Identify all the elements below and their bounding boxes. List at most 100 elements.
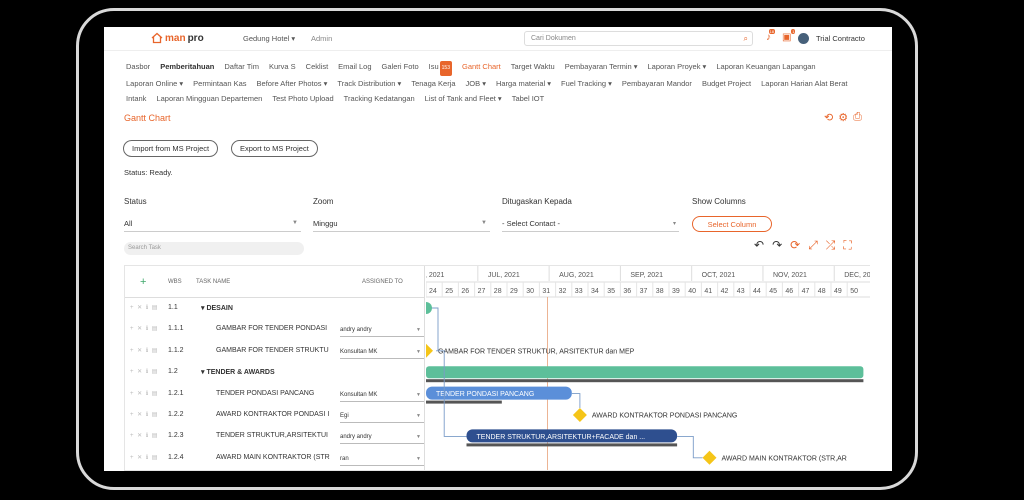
top-bar: man pro Gedung Hotel ▾ Admin Cari Dokumen… [104, 27, 892, 51]
task-name-cell[interactable]: GAMBAR FOR TENDER STRUKTU [216, 347, 338, 354]
assignee-select[interactable]: Konsultan MK ▼ [340, 348, 424, 359]
wbs-header: WBS [168, 279, 182, 285]
notification-bell-icon[interactable]: ♪ 18 [766, 29, 775, 43]
assignee-select[interactable]: andry andry ▼ [340, 326, 424, 338]
menu-item[interactable]: Track Distribution ▾ [337, 76, 401, 91]
status-filter-select[interactable]: All ▼ [124, 218, 301, 232]
task-name-cell[interactable]: TENDER PONDASI PANCANG [216, 390, 338, 397]
assignee-select[interactable]: Konsultan MK ▼ [340, 391, 424, 402]
task-name-cell[interactable]: ▾ TENDER & AWARDS [201, 368, 331, 376]
select-column-button[interactable]: Select Column [692, 216, 772, 232]
task-name-cell[interactable]: ▾ DESAIN [201, 304, 331, 312]
table-row[interactable]: + ✕ ℹ ▤ 1.2.3 TENDER STRUKTUR,ARSITEKTUI an… [125, 426, 425, 447]
project-selector[interactable]: Gedung Hotel ▾ [243, 34, 295, 43]
menu-item[interactable]: Tabel IOT [512, 91, 545, 106]
task-name-cell[interactable]: TENDER STRUKTUR,ARSITEKTUI [216, 432, 338, 439]
menu-item[interactable]: List of Tank and Fleet ▾ [425, 91, 502, 106]
shuffle-icon[interactable]: ⤮ [826, 238, 836, 253]
menu-item[interactable]: Pembayaran Mandor [622, 76, 692, 91]
week-label: 28 [494, 288, 502, 295]
task-list-header: + WBS TASK NAME ASSIGNED TO [125, 266, 425, 298]
search-input[interactable]: Cari Dokumen ⌕ [524, 31, 753, 46]
settings-icon[interactable]: ⚙ [838, 111, 848, 124]
assignee-select[interactable]: andry andry ▼ [340, 433, 424, 445]
avatar[interactable] [798, 33, 809, 44]
status-text: Status: Ready. [124, 168, 173, 177]
menu-item-label: Pembayaran Termin ▾ [564, 62, 638, 71]
menu-item[interactable]: Laporan Mingguan Departemen [156, 91, 262, 106]
task-name-cell[interactable]: GAMBAR FOR TENDER PONDASI [216, 325, 338, 332]
assignee-value: andry andry [340, 434, 372, 441]
menu-item[interactable]: Dasbor [126, 59, 150, 74]
menu-item-label: Laporan Online ▾ [126, 79, 184, 88]
menu-item[interactable]: Ceklist [306, 59, 329, 74]
export-ms-project-button[interactable]: Export to MS Project [231, 140, 318, 157]
menu-item[interactable]: Laporan Keuangan Lapangan [716, 59, 815, 74]
row-actions-icon[interactable]: + ✕ ℹ ▤ [130, 432, 158, 439]
table-row[interactable]: + ✕ ℹ ▤ 1.1.1 GAMBAR FOR TENDER PONDASI and… [125, 319, 425, 340]
zoom-select[interactable]: Minggu ▼ [313, 218, 490, 232]
import-ms-project-button[interactable]: Import from MS Project [123, 140, 219, 157]
menu-item[interactable]: Test Photo Upload [272, 91, 333, 106]
cart-icon[interactable]: ▣ 1 [782, 29, 796, 43]
link-icon[interactable]: ⤢ [808, 238, 818, 253]
row-actions-icon[interactable]: + ✕ ℹ ▤ [130, 368, 158, 375]
menu-item[interactable]: JOB ▾ [466, 76, 486, 91]
table-row[interactable]: + ✕ ℹ ▤ 1.1.2 GAMBAR FOR TENDER STRUKTU Kon… [125, 341, 425, 362]
menu-item[interactable]: Pemberitahuan [160, 59, 214, 74]
menu-item[interactable]: Fuel Tracking ▾ [561, 76, 612, 91]
menu-item[interactable]: Gantt Chart [462, 59, 501, 74]
menu-item[interactable]: Target Waktu [511, 59, 555, 74]
menu-item-label: Daftar Tim [224, 62, 259, 71]
row-actions-icon[interactable]: + ✕ ℹ ▤ [130, 390, 158, 397]
row-actions-icon[interactable]: + ✕ ℹ ▤ [130, 347, 158, 354]
refresh-icon[interactable]: ⟳ [790, 238, 800, 253]
menu-item[interactable]: Daftar Tim [224, 59, 259, 74]
fullscreen-icon[interactable]: ⛶ [843, 238, 851, 253]
row-actions-icon[interactable]: + ✕ ℹ ▤ [130, 304, 158, 311]
table-row[interactable]: + ✕ ℹ ▤ 1.2 ▾ TENDER & AWARDS [125, 362, 425, 383]
history-icon[interactable]: ⟲ [824, 111, 833, 124]
table-row[interactable]: + ✕ ℹ ▤ 1.2.2 AWARD KONTRAKTOR PONDASI I Eg… [125, 405, 425, 426]
table-row[interactable]: + ✕ ℹ ▤ 1.2.1 TENDER PONDASI PANCANG Konsul… [125, 384, 425, 405]
undo-icon[interactable]: ↶ [754, 238, 764, 253]
logo[interactable]: man pro [151, 32, 204, 44]
menu-item[interactable]: Galeri Foto [382, 59, 419, 74]
week-label: 50 [850, 288, 858, 295]
menu-item[interactable]: Intank [126, 91, 146, 106]
row-actions-icon[interactable]: + ✕ ℹ ▤ [130, 454, 158, 461]
gantt-toolbar: ↶ ↷ ⟳ ⤢ ⤮ ⛶ [754, 238, 852, 253]
task-name-cell[interactable]: AWARD MAIN KONTRAKTOR (STR [216, 454, 338, 461]
table-row[interactable]: + ✕ ℹ ▤ 1.1 ▾ DESAIN [125, 298, 425, 319]
row-actions-icon[interactable]: + ✕ ℹ ▤ [130, 411, 158, 418]
menu-item[interactable]: Isu 153 [429, 59, 452, 76]
status-filter-value: All [124, 219, 133, 228]
add-task-icon[interactable]: + [140, 276, 146, 288]
menu-item[interactable]: Email Log [338, 59, 371, 74]
menu-item-label: Kurva S [268, 62, 296, 71]
menu-item[interactable]: Laporan Harian Alat Berat [761, 76, 847, 91]
assignee-select[interactable]: ran ▼ [340, 455, 424, 466]
menu-item[interactable]: Before After Photos ▾ [257, 76, 328, 91]
menu-item[interactable]: Tracking Kedatangan [344, 91, 415, 106]
show-columns-label: Show Columns [692, 197, 746, 206]
menu-item[interactable]: Pembayaran Termin ▾ [565, 59, 638, 74]
menu-item[interactable]: Laporan Proyek ▾ [648, 59, 707, 74]
redo-icon[interactable]: ↷ [772, 238, 782, 253]
row-actions-icon[interactable]: + ✕ ℹ ▤ [130, 325, 158, 332]
assignee-select[interactable]: Egi ▼ [340, 412, 424, 423]
menu-item[interactable]: Laporan Online ▾ [126, 76, 183, 91]
user-name[interactable]: Trial Contracto [816, 34, 865, 43]
group-progress-bar [426, 379, 864, 383]
pdf-icon[interactable]: ⎙ [853, 111, 862, 124]
menu-item[interactable]: Harga material ▾ [496, 76, 551, 91]
task-name-cell[interactable]: AWARD KONTRAKTOR PONDASI I [216, 411, 338, 418]
menu-item[interactable]: Permintaan Kas [193, 76, 246, 91]
gantt-chart-area: I, 2021 JUL, 2021 AUG, 2021 SEP, 2021 OCT, 2… [426, 266, 870, 470]
assignee-filter-select[interactable]: - Select Contact - ▾ [502, 218, 679, 232]
task-search-input[interactable]: Search Task [124, 242, 304, 255]
menu-item[interactable]: Tenaga Kerja [411, 76, 455, 91]
menu-item[interactable]: Kurva S [269, 59, 296, 74]
table-row[interactable]: + ✕ ℹ ▤ 1.2.4 AWARD MAIN KONTRAKTOR (STR ra… [125, 448, 425, 469]
menu-item[interactable]: Budget Project [702, 76, 751, 91]
